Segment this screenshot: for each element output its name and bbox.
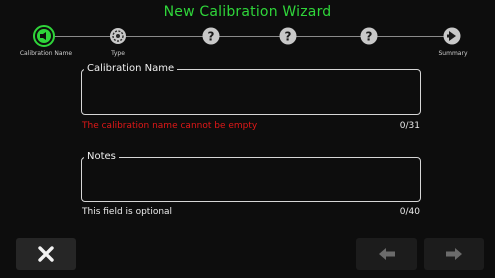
next-button[interactable] (424, 238, 484, 270)
step-unknown-5[interactable]: ? (357, 24, 381, 48)
svg-text:?: ? (366, 30, 373, 44)
calibration-name-counter: 0/31 (399, 121, 420, 131)
step-label-calibration-name: Calibration Name (19, 50, 73, 57)
step-calibration-name[interactable] (32, 24, 56, 48)
speaker-icon (33, 25, 55, 47)
calibration-name-field[interactable]: Calibration Name (81, 63, 421, 115)
step-unknown-4[interactable]: ? (276, 24, 300, 48)
wizard-title: New Calibration Wizard (163, 4, 332, 20)
step-summary[interactable] (440, 24, 464, 48)
gear-icon (110, 28, 126, 44)
back-button[interactable] (356, 238, 417, 270)
arrow-right-circle-icon (443, 27, 461, 45)
notes-field[interactable]: Notes (81, 151, 421, 202)
calibration-name-error: The calibration name cannot be empty (82, 121, 258, 131)
arrow-left-icon (378, 248, 395, 260)
question-icon: ? (279, 27, 297, 45)
question-icon: ? (360, 27, 378, 45)
step-unknown-3[interactable]: ? (199, 24, 223, 48)
step-label-summary: Summary (438, 50, 468, 57)
cancel-button[interactable] (16, 238, 76, 270)
notes-label: Notes (87, 151, 116, 162)
step-label-type: Type (111, 50, 125, 57)
notes-counter: 0/40 (399, 207, 420, 217)
svg-text:?: ? (285, 30, 292, 44)
calibration-name-label: Calibration Name (87, 63, 175, 74)
svg-text:?: ? (208, 30, 215, 44)
close-icon (38, 246, 54, 262)
wizard-stepper: Calibration Name Type ? ? ? Summary (0, 20, 495, 64)
step-type[interactable] (106, 24, 130, 48)
arrow-right-icon (446, 248, 462, 260)
question-icon: ? (202, 27, 220, 45)
notes-hint: This field is optional (82, 207, 173, 217)
